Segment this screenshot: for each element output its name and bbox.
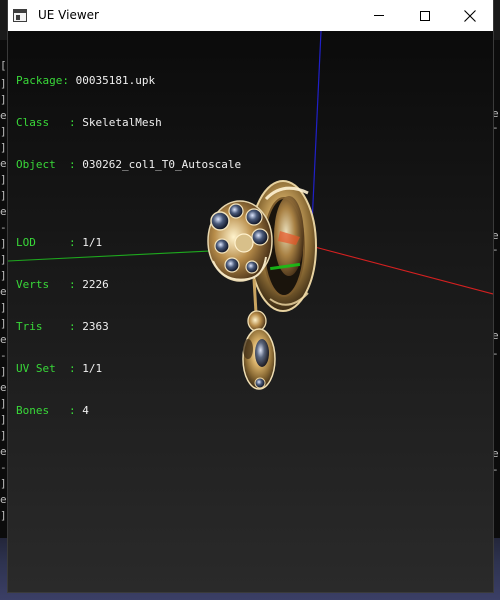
window-title: UE Viewer [38,8,99,22]
app-window-icon [13,9,27,22]
info-object: Object : 030262_col1_T0_Autoscale [16,158,242,171]
mesh-info-overlay: Package: 00035181.upk Class : SkeletalMe… [16,46,241,446]
maximize-icon [420,10,430,21]
3d-viewport[interactable]: Package: 00035181.upk Class : SkeletalMe… [8,31,493,592]
info-tris: Tris : 2363 [16,320,109,333]
info-class: Class : SkeletalMesh [16,116,162,129]
minimize-button[interactable] [356,0,402,31]
maximize-button[interactable] [402,0,448,31]
minimize-icon [374,15,384,16]
info-uvset: UV Set : 1/1 [16,362,103,375]
close-icon [464,9,476,22]
close-button[interactable] [447,0,493,31]
ue-viewer-window: UE Viewer Package: 00035181.upk Class: … [8,0,493,592]
info-package: Package: 00035181.upk [16,74,156,87]
title-bar[interactable]: UE Viewer [8,0,493,31]
info-verts: Verts : 2226 [16,278,109,291]
desktop-background-right: e - e - e - e - [492,40,500,600]
info-bones: Bones : 4 [16,404,89,417]
info-lod: LOD : 1/1 [16,236,103,249]
axis-x-line [310,245,493,295]
